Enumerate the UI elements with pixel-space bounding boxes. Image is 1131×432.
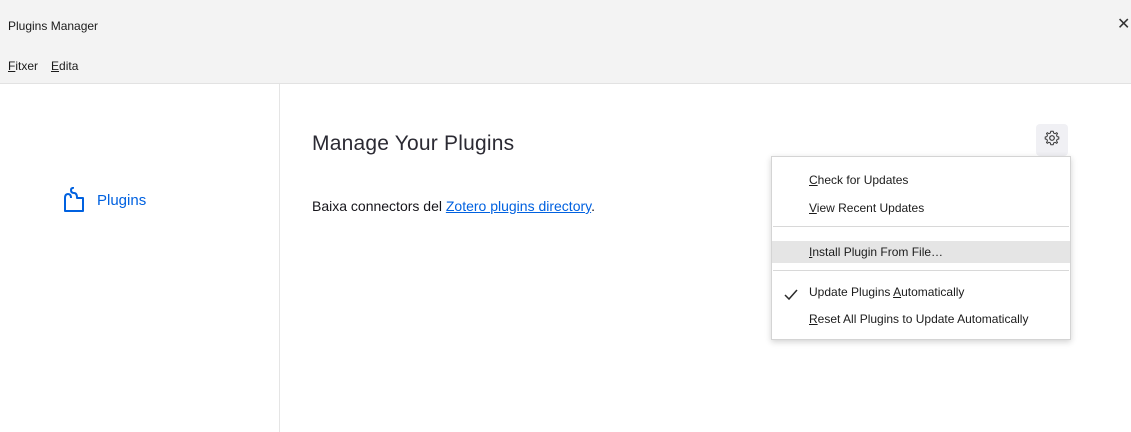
view-recent-label: iew Recent Updates: [816, 201, 925, 215]
auto-update-accesskey: A: [893, 285, 902, 299]
view-recent-accesskey: V: [809, 201, 817, 215]
intro-prefix: Baixa connectors del: [312, 198, 446, 214]
menu-item-reset-auto-update[interactable]: Reset All Plugins to Update Automaticall…: [772, 308, 1070, 330]
check-updates-label: heck for Updates: [817, 173, 909, 187]
menu-edit-accesskey: E: [51, 59, 60, 73]
page-title: Manage Your Plugins: [312, 132, 515, 155]
menu-item-install-from-file[interactable]: Install Plugin From File…: [772, 241, 1070, 263]
menu-separator: [773, 226, 1069, 227]
menu-edit-label: dita: [59, 59, 79, 73]
window-title: Plugins Manager: [8, 19, 99, 33]
gear-icon: [1044, 130, 1060, 151]
menu-item-check-updates[interactable]: Check for Updates: [772, 169, 1070, 191]
plugin-puzzle-icon: [62, 187, 86, 213]
plugins-directory-link[interactable]: Zotero plugins directory: [446, 198, 591, 214]
menu-edit[interactable]: Edita: [51, 59, 78, 73]
reset-accesskey: R: [809, 312, 818, 326]
reset-label: eset All Plugins to Update Automatically: [817, 312, 1029, 326]
tools-menu-button[interactable]: [1036, 124, 1068, 156]
menu-bar: Fitxer Edita: [0, 50, 1131, 84]
check-updates-accesskey: C: [809, 173, 818, 187]
menu-item-update-automatically[interactable]: Update Plugins Automatically: [772, 281, 1070, 303]
title-bar: Plugins Manager ✕: [0, 0, 1131, 50]
menu-item-view-recent-updates[interactable]: View Recent Updates: [772, 197, 1070, 219]
tools-popup-menu: Check for Updates View Recent Updates In…: [771, 156, 1071, 340]
checkmark-icon: [784, 286, 798, 301]
sidebar-item-label: Plugins: [97, 191, 147, 209]
menu-separator: [773, 270, 1069, 271]
close-icon[interactable]: ✕: [1117, 14, 1131, 34]
category-sidebar: Plugins: [0, 84, 280, 432]
auto-update-label-post: utomatically: [901, 285, 965, 299]
auto-update-label-pre: Update Plugins: [809, 285, 894, 299]
sidebar-item-plugins[interactable]: Plugins: [62, 187, 146, 213]
menu-file-label: itxer: [15, 59, 39, 73]
intro-text: Baixa connectors del Zotero plugins dire…: [312, 198, 595, 214]
install-label: nstall Plugin From File…: [812, 245, 944, 259]
intro-suffix: .: [591, 198, 595, 214]
plugins-manager-window: Plugins Manager ✕ Fitxer Edita Plugins M…: [0, 0, 1131, 432]
menu-file[interactable]: Fitxer: [8, 59, 38, 73]
